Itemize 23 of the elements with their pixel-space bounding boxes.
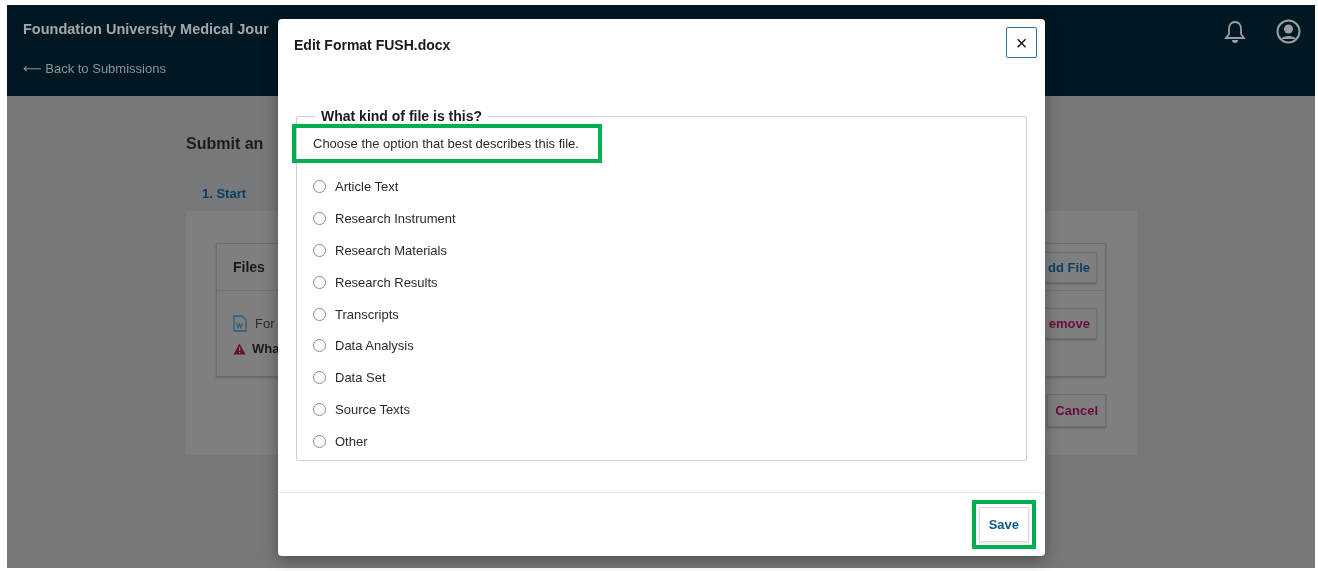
radio-option[interactable]: Research Instrument <box>313 202 456 235</box>
warning-icon <box>233 342 246 355</box>
radio-option[interactable]: Article Text <box>313 171 399 203</box>
user-avatar-icon[interactable] <box>1276 19 1301 44</box>
word-document-icon <box>233 315 247 332</box>
description-text: Choose the option that best describes this file. <box>313 136 579 151</box>
file-name[interactable]: For <box>255 316 275 331</box>
page-heading: Submit an <box>186 135 264 153</box>
radio-option[interactable]: Research Materials <box>313 234 447 267</box>
radio-option[interactable]: Source Texts <box>313 393 410 426</box>
radio-option[interactable]: Data Set <box>313 361 386 394</box>
back-link[interactable]: ⟵ Back to Submissions <box>23 61 166 76</box>
files-title: Files <box>233 259 265 275</box>
radio-option[interactable]: Data Analysis <box>313 330 414 362</box>
close-button[interactable]: × <box>1006 27 1037 58</box>
radio-option[interactable]: Research Results <box>313 266 438 299</box>
radio-option[interactable]: Other <box>313 425 368 458</box>
dialog-title: Edit Format FUSH.docx <box>294 37 451 53</box>
save-button[interactable]: Save <box>978 507 1029 542</box>
group-legend: What kind of file is this? <box>315 108 488 124</box>
bell-icon[interactable] <box>1224 19 1246 44</box>
radio-option[interactable]: Transcripts <box>313 298 399 330</box>
site-title: Foundation University Medical Jour <box>23 21 269 37</box>
